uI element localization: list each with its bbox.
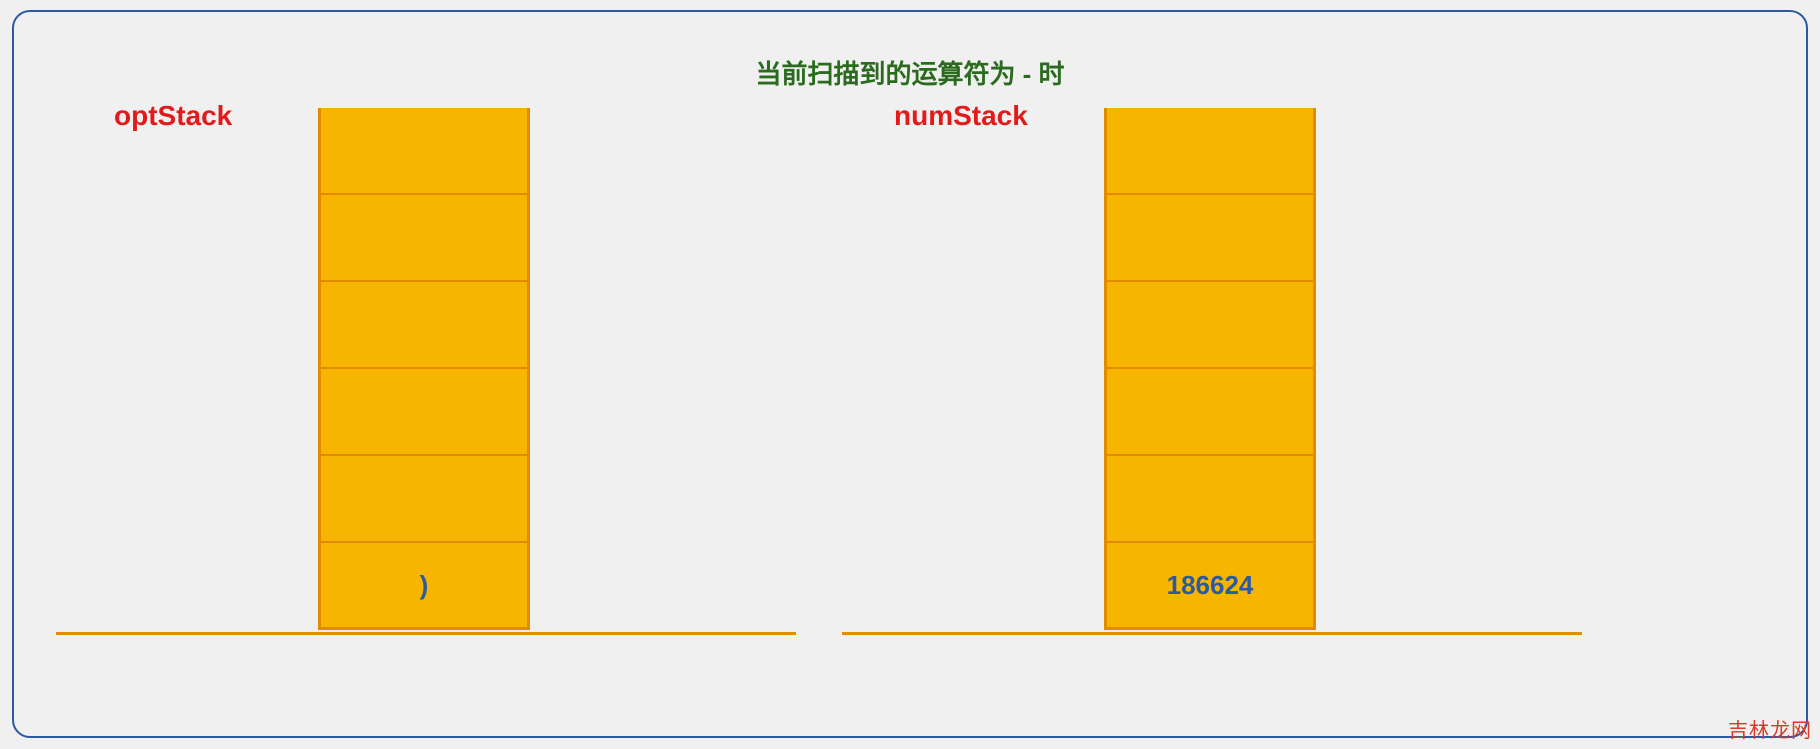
optstack-label: optStack: [114, 100, 232, 132]
numstack-baseline: [842, 632, 1582, 635]
optstack-cell: [321, 456, 527, 543]
optstack-cell: [321, 369, 527, 456]
numstack-label: numStack: [894, 100, 1028, 132]
optstack-baseline: [56, 632, 796, 635]
numstack-cell: [1107, 108, 1313, 195]
diagram-title: 当前扫描到的运算符为 - 时: [14, 54, 1806, 91]
numstack-cell: 186624: [1107, 543, 1313, 630]
optstack-cell: [321, 282, 527, 369]
optstack-cell: [321, 108, 527, 195]
optstack-cell: ): [321, 543, 527, 630]
numstack-cell: [1107, 456, 1313, 543]
optstack-cell: [321, 195, 527, 282]
watermark: 吉林龙网: [1728, 714, 1812, 743]
diagram-frame: 当前扫描到的运算符为 - 时 optStack numStack ) 18662…: [12, 10, 1808, 738]
numstack: 186624: [1104, 108, 1316, 630]
optstack: ): [318, 108, 530, 630]
numstack-cell: [1107, 195, 1313, 282]
numstack-cell: [1107, 369, 1313, 456]
numstack-cell: [1107, 282, 1313, 369]
